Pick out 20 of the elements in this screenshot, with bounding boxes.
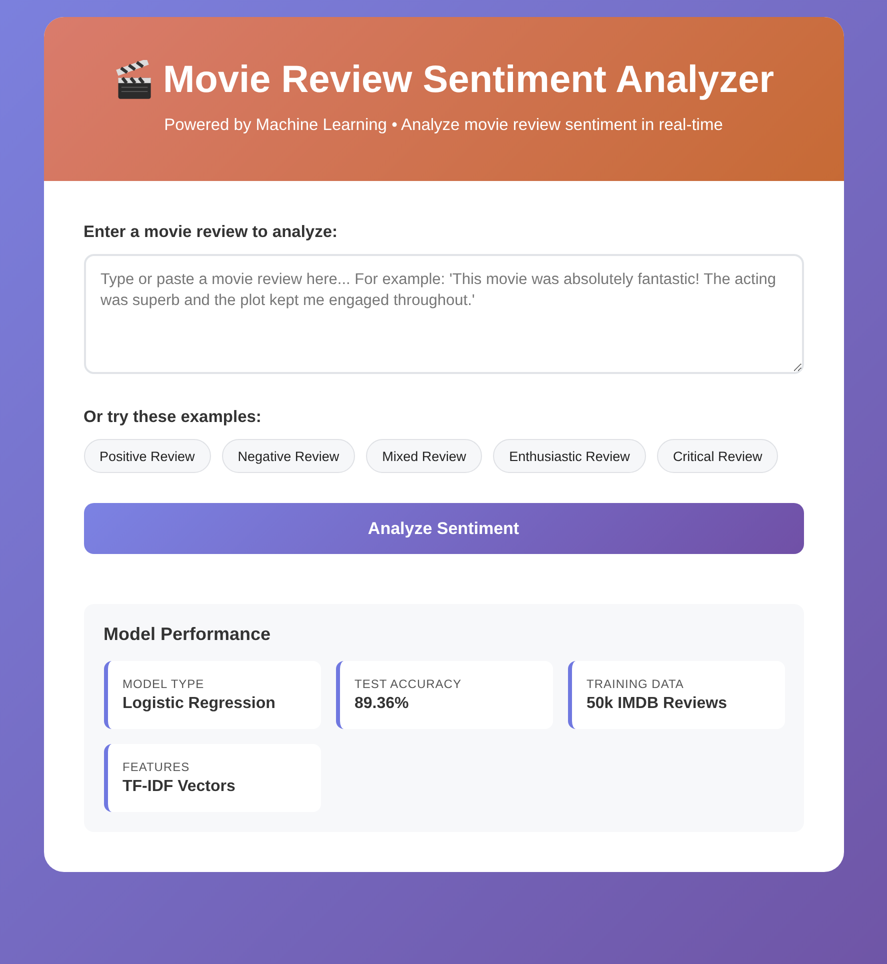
example-button[interactable]: Mixed Review — [366, 439, 482, 473]
stat-value: 50k IMDB Reviews — [586, 695, 728, 713]
app-title: Movie Review Sentiment Analyzer — [162, 59, 774, 102]
example-button[interactable]: Negative Review — [222, 439, 356, 473]
review-label: Enter a movie review to analyze: — [84, 223, 339, 242]
stat-value: Logistic Regression — [122, 695, 276, 713]
stat-value: 89.36% — [354, 695, 410, 713]
examples-label: Or try these examples: — [84, 408, 262, 427]
example-button[interactable]: Critical Review — [656, 439, 778, 473]
performance-title: Model Performance — [104, 624, 272, 645]
example-button[interactable]: Positive Review — [84, 439, 211, 473]
example-button[interactable]: Enthusiastic Review — [493, 439, 646, 473]
app-subtitle: Powered by Machine Learning • Analyze movie review sentiment in real-time — [163, 116, 724, 135]
stat-value: TF-IDF Vectors — [122, 778, 236, 796]
review-input-field[interactable]: Type or paste a movie review here... For example: 'This movie was absolutely fantastic! The acting was superb and the plot kept me engaged throughout.' — [84, 254, 804, 374]
stat-label: TEST ACCURACY — [354, 677, 462, 691]
stat-label: TRAINING DATA — [586, 677, 685, 691]
analyze-button[interactable]: Analyze Sentiment — [84, 503, 804, 554]
stat-label: MODEL TYPE — [122, 677, 206, 691]
stat-label: FEATURES — [122, 760, 191, 774]
